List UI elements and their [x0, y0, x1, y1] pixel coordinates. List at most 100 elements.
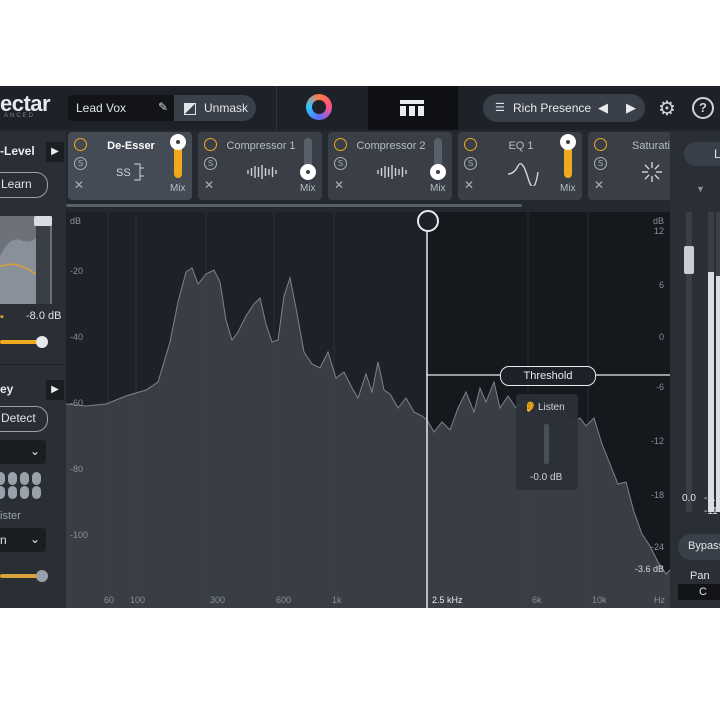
left-module-panel: -Level ▶ Learn ▪ -8.0 dB ey ▶ Detect ⌄ i… — [0, 132, 66, 608]
top-bar: ectar ANCED Lead Vox ✎ Unmask ☰ Rich Pre… — [0, 86, 720, 130]
db-label-right: 6 — [658, 280, 664, 290]
next-preset-icon[interactable]: ▶ — [626, 100, 636, 116]
expand-arrow-icon[interactable]: ▶ — [46, 380, 64, 400]
divider — [276, 86, 277, 130]
spectrum-display[interactable]: dB dB -20 -40 -60 -80 -100 12 6 0 -6 -12… — [66, 212, 670, 608]
preset-name: Rich Presence — [513, 101, 592, 115]
power-icon[interactable] — [464, 138, 477, 151]
chevron-down-icon: ⌄ — [29, 444, 40, 458]
module-chain-icon — [400, 100, 424, 116]
visual-mixer-orb-icon[interactable] — [306, 94, 332, 120]
close-icon[interactable]: ✕ — [594, 178, 604, 192]
pan-value[interactable]: C — [678, 584, 720, 600]
mix-fader[interactable] — [300, 138, 316, 180]
module-type-icon — [374, 158, 410, 186]
output-mode-button[interactable]: L — [684, 142, 720, 166]
level-marker: ▪ — [0, 311, 4, 323]
section-divider — [0, 364, 66, 365]
meter-value-left: 0.0 — [682, 493, 696, 504]
solo-icon[interactable]: S — [594, 157, 607, 170]
power-icon[interactable] — [594, 138, 607, 151]
close-icon[interactable]: ✕ — [74, 178, 84, 192]
app-logo-subtitle: ANCED — [4, 113, 36, 119]
solo-icon[interactable]: S — [464, 157, 477, 170]
db-label-right: -6 — [655, 382, 664, 392]
module-type-icon: SS — [114, 158, 150, 186]
triangle-icon: ▼ — [696, 184, 705, 194]
mix-label: Mix — [170, 183, 186, 194]
db-label: -40 — [70, 332, 84, 342]
hz-label: 10k — [592, 595, 607, 605]
help-icon[interactable]: ? — [692, 97, 714, 119]
mix-fader[interactable] — [430, 138, 446, 180]
power-icon[interactable] — [204, 138, 217, 151]
mix-label: Mix — [560, 183, 576, 194]
db-unit-label-right: dB — [652, 216, 664, 226]
module-type-icon — [504, 158, 540, 188]
solo-icon[interactable]: S — [334, 157, 347, 170]
register-slider[interactable] — [0, 570, 48, 582]
level-slider[interactable] — [34, 216, 52, 304]
expand-arrow-icon[interactable]: ▶ — [46, 142, 64, 162]
module-compressor-1[interactable]: S ✕ Compressor 1 Mix — [198, 132, 322, 200]
module-type-icon — [244, 158, 280, 186]
db-label: -60 — [70, 398, 84, 408]
db-label: -80 — [70, 464, 84, 474]
listen-value: -0.0 dB — [530, 472, 563, 483]
chevron-down-icon: ⌄ — [29, 532, 40, 546]
listen-level-bar[interactable] — [544, 424, 549, 464]
output-meter-right — [716, 212, 720, 512]
solo-icon[interactable]: S — [204, 157, 217, 170]
listen-panel[interactable]: 👂 Listen -0.0 dB — [516, 394, 578, 490]
section-title-key: ey — [0, 382, 14, 396]
solo-icon[interactable]: S — [74, 157, 87, 170]
unmask-label: Unmask — [204, 101, 249, 115]
db-label-right: -12 — [650, 436, 664, 446]
db-label: -20 — [70, 266, 84, 276]
register-select[interactable]: n ⌄ — [0, 528, 46, 552]
register-value: n — [0, 533, 7, 547]
power-icon[interactable] — [74, 138, 87, 151]
module-name: De-Esser — [107, 140, 155, 152]
pencil-icon[interactable]: ✎ — [158, 100, 168, 114]
close-icon[interactable]: ✕ — [204, 178, 214, 192]
level-horizontal-slider[interactable] — [0, 336, 48, 348]
output-mode-label: L — [714, 147, 720, 161]
track-name-field[interactable]: Lead Vox ✎ — [68, 95, 174, 121]
output-gain-fader[interactable] — [684, 246, 694, 274]
hz-label: 60 — [104, 595, 115, 605]
unmask-button[interactable]: Unmask — [174, 95, 256, 121]
module-name: EQ 1 — [508, 140, 534, 152]
bypass-button[interactable]: Bypass — [678, 534, 720, 560]
module-strip-scrollbar[interactable] — [66, 204, 522, 207]
hz-label: 1k — [332, 595, 342, 605]
mix-fader[interactable] — [170, 134, 186, 178]
db-label-right: 12 — [653, 226, 664, 236]
hz-label: 6k — [532, 595, 542, 605]
learn-button[interactable]: Learn — [0, 172, 48, 198]
threshold-handle[interactable]: Threshold — [500, 366, 596, 386]
module-name: Compressor 2 — [356, 140, 426, 152]
power-icon[interactable] — [334, 138, 347, 151]
listen-label: Listen — [538, 402, 565, 413]
learn-label: Learn — [1, 177, 32, 191]
module-type-icon — [634, 158, 670, 186]
module-compressor-2[interactable]: S ✕ Compressor 2 Mix — [328, 132, 452, 200]
module-name: Compressor 1 — [226, 140, 296, 152]
track-name-text: Lead Vox — [76, 101, 127, 115]
preset-browser[interactable]: ☰ Rich Presence — [483, 94, 645, 122]
key-select[interactable]: ⌄ — [0, 440, 46, 464]
gear-icon[interactable]: ⚙ — [658, 96, 676, 121]
detect-button[interactable]: Detect — [0, 406, 48, 432]
db-label: -100 — [70, 530, 89, 540]
previous-preset-icon[interactable]: ◀ — [598, 100, 608, 116]
module-eq-1[interactable]: S ✕ EQ 1 Mix — [458, 132, 582, 200]
mix-label: Mix — [300, 183, 316, 194]
module-de-esser[interactable]: S ✕ De-Esser SS Mix — [68, 132, 192, 200]
ear-icon: 👂 — [524, 402, 537, 413]
close-icon[interactable]: ✕ — [334, 178, 344, 192]
mix-fader[interactable] — [560, 134, 576, 178]
close-icon[interactable]: ✕ — [464, 178, 474, 192]
crossover-handle[interactable] — [417, 210, 439, 232]
preset-list-icon: ☰ — [495, 102, 505, 114]
